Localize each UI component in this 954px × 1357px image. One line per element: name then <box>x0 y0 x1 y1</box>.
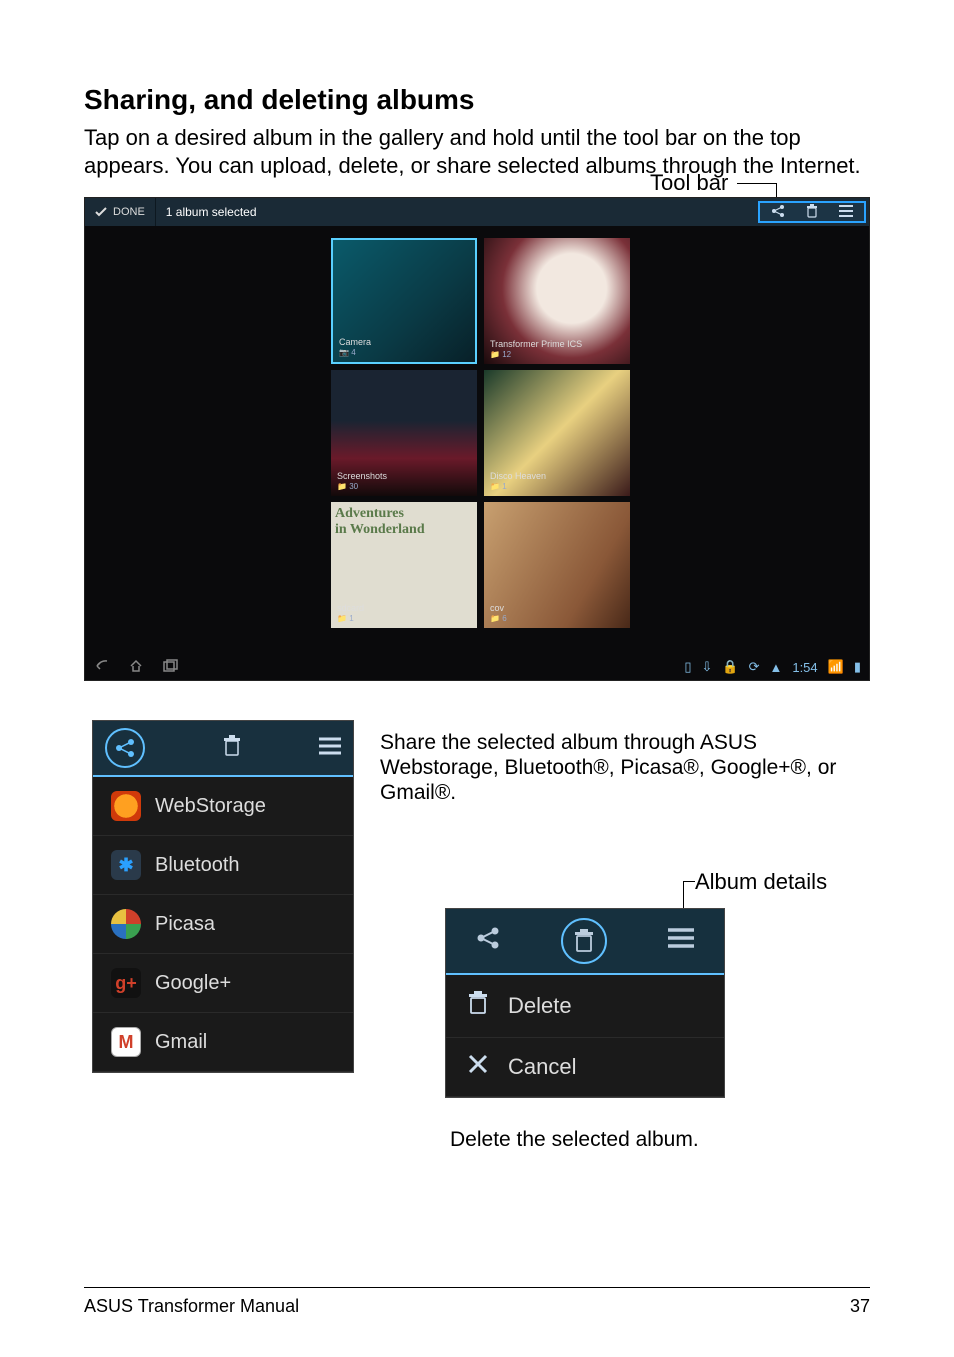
album-camera[interactable]: Camera📷 4 <box>331 238 477 364</box>
menu-icon[interactable] <box>319 737 341 760</box>
trash-icon[interactable] <box>561 918 607 964</box>
cancel-label: Cancel <box>508 1054 576 1080</box>
album-label: cov <box>490 603 504 613</box>
page-footer: ASUS Transformer Manual 37 <box>84 1287 870 1317</box>
album-label: Camera <box>339 337 371 347</box>
menu-icon[interactable] <box>668 928 694 954</box>
album-count: 1 <box>349 614 353 623</box>
album-count: 6 <box>502 614 506 623</box>
trash-icon <box>468 991 488 1021</box>
heading: Sharing, and deleting albums <box>84 84 870 116</box>
share-option-webstorage[interactable]: WebStorage <box>93 777 353 836</box>
back-icon[interactable] <box>93 659 109 676</box>
picasa-icon <box>111 909 141 939</box>
done-button[interactable]: DONE <box>85 198 156 226</box>
album-count: 1 <box>502 482 506 491</box>
check-icon <box>95 206 107 218</box>
share-option-picasa[interactable]: Picasa <box>93 895 353 954</box>
album-cov[interactable]: cov📁 6 <box>484 502 630 628</box>
book-title-1: Adventures <box>335 506 404 521</box>
share-option-label: Bluetooth <box>155 854 240 877</box>
cancel-option[interactable]: Cancel <box>446 1038 724 1097</box>
intro-text: Tap on a desired album in the gallery an… <box>84 124 870 179</box>
share-icon[interactable] <box>105 728 145 768</box>
sync-icon: ⟳ <box>749 659 760 675</box>
close-icon <box>468 1054 488 1080</box>
album-label: sdcard <box>337 603 364 613</box>
trash-icon[interactable] <box>222 735 242 762</box>
album-sdcard[interactable]: Adventuresin Wonderland sdcard📁 1 <box>331 502 477 628</box>
delete-option[interactable]: Delete <box>446 975 724 1038</box>
album-grid: Camera📷 4 Transformer Prime ICS📁 12 Scre… <box>331 238 631 628</box>
album-label: Screenshots <box>337 471 387 481</box>
delete-panel-header <box>446 909 724 975</box>
menu-icon[interactable] <box>839 205 853 220</box>
alert-icon: ▲ <box>769 660 782 675</box>
album-details-label: Album details <box>695 869 827 895</box>
share-option-gmail[interactable]: M Gmail <box>93 1013 353 1072</box>
delete-label: Delete <box>508 993 572 1019</box>
sd-icon: ▯ <box>684 659 691 675</box>
done-label: DONE <box>113 206 145 218</box>
share-option-label: Google+ <box>155 972 231 995</box>
wifi-icon: 📶 <box>828 659 844 675</box>
toolbar-callout-label: Tool bar <box>650 170 728 196</box>
lock-icon: 🔒 <box>722 659 738 675</box>
trash-icon[interactable] <box>806 204 818 221</box>
share-caption: Share the selected album through ASUS We… <box>380 730 860 806</box>
share-icon[interactable] <box>771 204 785 221</box>
toolbar-actions <box>758 201 866 223</box>
album-disco[interactable]: Disco Heaven📁 1 <box>484 370 630 496</box>
delete-caption: Delete the selected album. <box>450 1128 699 1152</box>
bluetooth-icon: ✱ <box>111 850 141 880</box>
share-option-label: Gmail <box>155 1031 207 1054</box>
share-option-bluetooth[interactable]: ✱ Bluetooth <box>93 836 353 895</box>
share-option-label: Picasa <box>155 913 215 936</box>
gallery-topbar: DONE 1 album selected <box>85 198 869 226</box>
album-transformer[interactable]: Transformer Prime ICS📁 12 <box>484 238 630 364</box>
clock: 1:54 <box>792 660 817 675</box>
share-option-label: WebStorage <box>155 795 266 818</box>
album-screenshots[interactable]: Screenshots📁 30 <box>331 370 477 496</box>
share-panel-header <box>93 721 353 777</box>
gmail-icon: M <box>111 1027 141 1057</box>
share-icon[interactable] <box>476 926 500 956</box>
album-count: 4 <box>351 348 355 357</box>
googleplus-icon: g+ <box>111 968 141 998</box>
gallery-screenshot: DONE 1 album selected Camera📷 4 Transfor… <box>84 197 870 681</box>
page-number: 37 <box>850 1296 870 1317</box>
home-icon[interactable] <box>129 659 143 676</box>
book-title-2: in Wonderland <box>335 522 425 537</box>
selection-count[interactable]: 1 album selected <box>156 205 267 219</box>
download-icon: ⇩ <box>701 659 712 675</box>
footer-title: ASUS Transformer Manual <box>84 1296 299 1317</box>
album-count: 12 <box>502 350 511 359</box>
delete-panel: Delete Cancel <box>445 908 725 1098</box>
album-label: Transformer Prime ICS <box>490 339 582 349</box>
share-option-googleplus[interactable]: g+ Google+ <box>93 954 353 1013</box>
system-navbar: ▯ ⇩ 🔒 ⟳ ▲ 1:54 📶 ▮ <box>85 654 869 680</box>
album-count: 30 <box>349 482 358 491</box>
share-panel: WebStorage ✱ Bluetooth Picasa g+ Google+ M… <box>92 720 354 1073</box>
recent-icon[interactable] <box>163 659 177 676</box>
album-label: Disco Heaven <box>490 471 546 481</box>
battery-icon: ▮ <box>854 659 861 675</box>
webstorage-icon <box>111 791 141 821</box>
